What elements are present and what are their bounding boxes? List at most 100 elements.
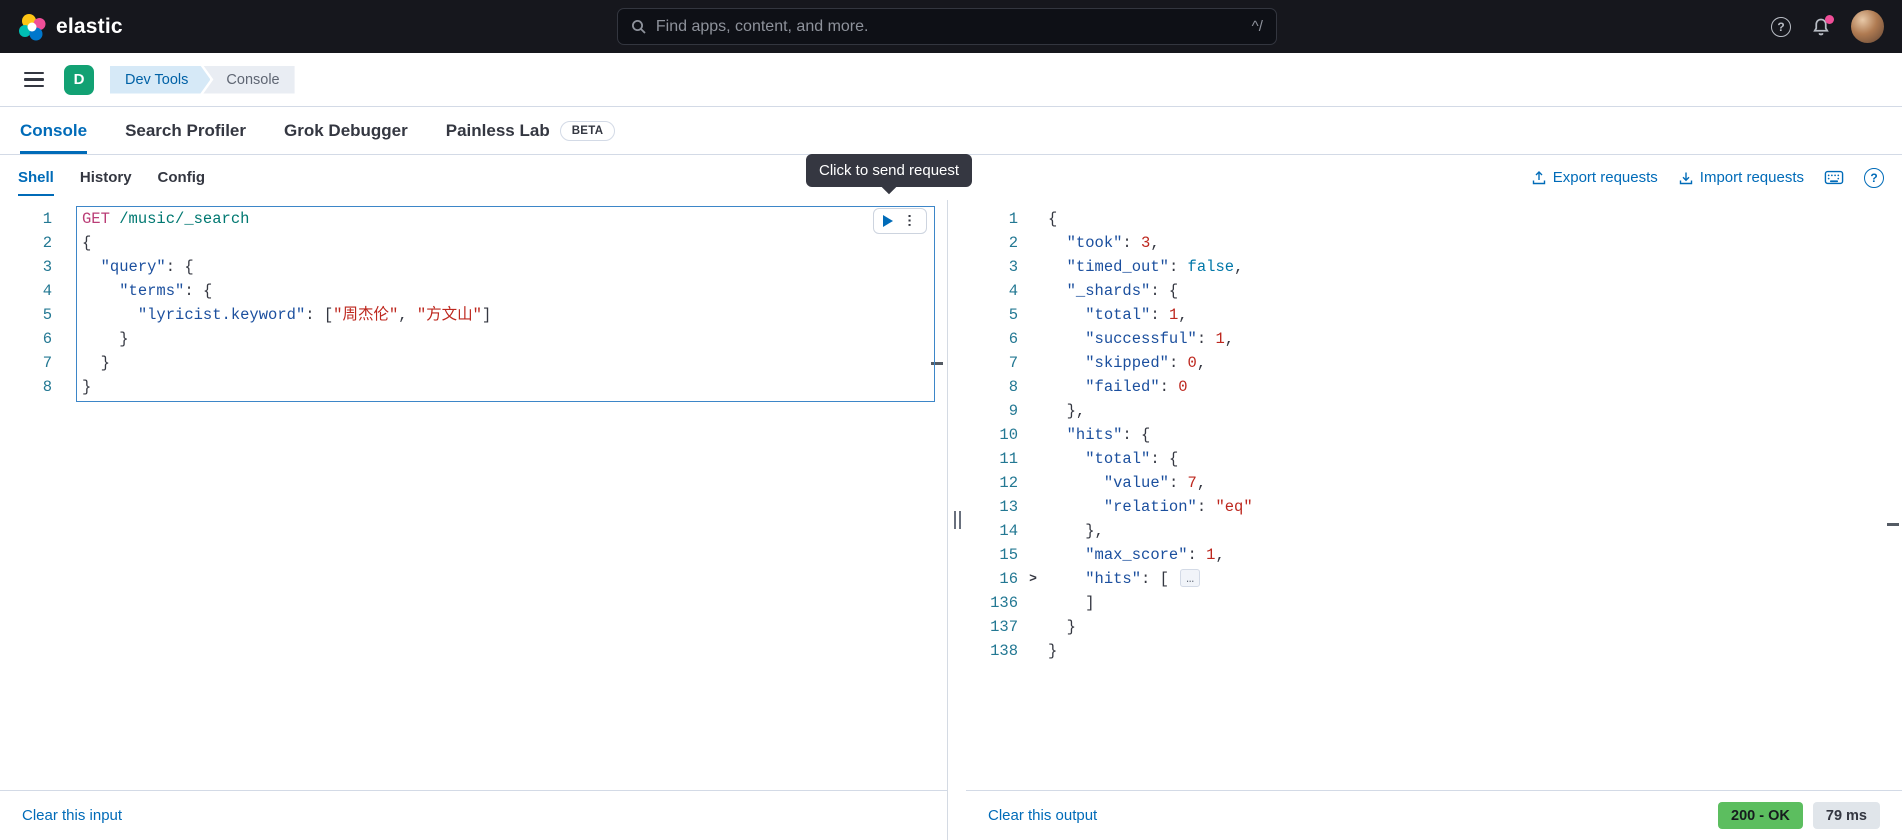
line-number: 5 [1008, 306, 1018, 324]
editor-footer: Clear this input [0, 790, 947, 840]
code-token: , [1234, 258, 1244, 276]
line-number: 9 [1008, 402, 1018, 420]
export-requests-button[interactable]: Export requests [1531, 169, 1658, 186]
output-code-lines: 1{2 "took": 3, 3 "timed_out": false, 4 "_s… [966, 207, 1902, 663]
global-search-input[interactable] [655, 17, 1243, 36]
clear-input-link[interactable]: Clear this input [22, 807, 122, 824]
code-text: } [82, 327, 947, 351]
elastic-logo-icon [19, 13, 46, 40]
tab-search-profiler[interactable]: Search Profiler [125, 107, 246, 154]
panel-resizer[interactable] [948, 200, 966, 840]
user-avatar[interactable] [1851, 10, 1884, 43]
fold-gutter [52, 303, 82, 327]
code-line: 1{ [966, 207, 1902, 231]
line-number: 4 [1008, 282, 1018, 300]
tab-console[interactable]: Console [20, 107, 88, 154]
response-output: 1{2 "took": 3, 3 "timed_out": false, 4 "_s… [966, 200, 1902, 790]
code-line: 9 }, [966, 399, 1902, 423]
help-icon[interactable]: ? [1771, 16, 1791, 37]
code-line: 10 "hits": { [966, 423, 1902, 447]
code-token: : [1187, 546, 1207, 564]
code-line: 8 "failed": 0 [966, 375, 1902, 399]
code-line: 3 "timed_out": false, [966, 255, 1902, 279]
response-time-badge: 79 ms [1812, 802, 1880, 829]
code-token: : { [1150, 450, 1179, 468]
console-help-icon[interactable]: ? [1864, 167, 1884, 188]
beta-badge: BETA [559, 120, 616, 141]
request-editor-panel: 1 GET /music/_search 2{3 "query": {4 "term… [0, 200, 948, 840]
search-icon [631, 19, 646, 34]
elastic-home-link[interactable]: elastic [18, 13, 123, 41]
code-text: "failed": 0 [1048, 375, 1902, 399]
response-badges: 200 - OK 79 ms [1718, 802, 1880, 829]
code-text: "skipped": 0, [1048, 351, 1902, 375]
code-token: "lyricist.keyword" [137, 306, 306, 324]
fold-gutter [1018, 351, 1048, 375]
keyboard-shortcuts-button[interactable] [1824, 170, 1844, 185]
code-line: 138} [966, 639, 1902, 663]
code-token: 7 [1187, 474, 1197, 492]
folded-content-ellipsis[interactable]: … [1180, 569, 1201, 587]
line-number: 8 [42, 378, 52, 396]
code-token: { [82, 234, 92, 252]
fold-gutter [1018, 399, 1048, 423]
code-line: 14 }, [966, 519, 1902, 543]
subtab-history[interactable]: History [80, 155, 132, 200]
fold-gutter [1018, 447, 1048, 471]
code-token: "query" [100, 258, 166, 276]
fold-gutter [1018, 543, 1048, 567]
fold-gutter [1018, 495, 1048, 519]
tab-painless-lab[interactable]: Painless Lab BETA [446, 107, 616, 154]
breadcrumb-console[interactable]: Console [203, 65, 295, 94]
send-request-button[interactable] [874, 209, 900, 233]
tab-grok-debugger[interactable]: Grok Debugger [284, 107, 408, 154]
code-token: 0 [1187, 354, 1197, 372]
fold-gutter [1018, 303, 1048, 327]
code-text: "query": { [82, 255, 947, 279]
code-line: 137 } [966, 615, 1902, 639]
global-search[interactable]: ^/ [616, 8, 1277, 45]
code-line: 6 } [0, 327, 947, 351]
fold-gutter [1018, 591, 1048, 615]
code-line: 12 "value": 7, [966, 471, 1902, 495]
global-search-wrap: ^/ [137, 8, 1757, 45]
import-requests-button[interactable]: Import requests [1678, 169, 1804, 186]
output-scroll-marker [1887, 523, 1899, 526]
line-number: 2 [42, 234, 52, 252]
fold-gutter [52, 351, 82, 375]
code-token: : { [1150, 282, 1179, 300]
code-token: ] [1048, 594, 1095, 612]
code-token: : [1159, 378, 1179, 396]
newsfeed-bell-icon[interactable] [1811, 14, 1834, 37]
menu-hamburger-icon[interactable] [20, 68, 48, 92]
code-line: 6 "successful": 1, [966, 327, 1902, 351]
line-number: 3 [42, 258, 52, 276]
code-line: 16 > "hits": [ … [966, 567, 1902, 591]
fold-gutter [1018, 375, 1048, 399]
line-number: 1 [1008, 210, 1018, 228]
subtab-config[interactable]: Config [158, 155, 205, 200]
line-number: 7 [1008, 354, 1018, 372]
request-editor[interactable]: 1 GET /music/_search 2{3 "query": {4 "term… [0, 200, 947, 790]
space-badge[interactable]: D [64, 64, 94, 95]
request-options-button[interactable]: … [900, 209, 926, 233]
breadcrumb-dev-tools[interactable]: Dev Tools [110, 66, 210, 94]
subtab-shell[interactable]: Shell [18, 155, 54, 200]
code-line: 15 "max_score": 1, [966, 543, 1902, 567]
clear-output-link[interactable]: Clear this output [988, 807, 1097, 824]
tab-console-label: Console [20, 120, 88, 140]
code-line: 136 ] [966, 591, 1902, 615]
fold-gutter [1018, 279, 1048, 303]
fold-toggle-icon[interactable]: > [1018, 567, 1048, 591]
output-footer: Clear this output 200 - OK 79 ms [966, 790, 1902, 840]
code-token: "value" [1103, 474, 1169, 492]
